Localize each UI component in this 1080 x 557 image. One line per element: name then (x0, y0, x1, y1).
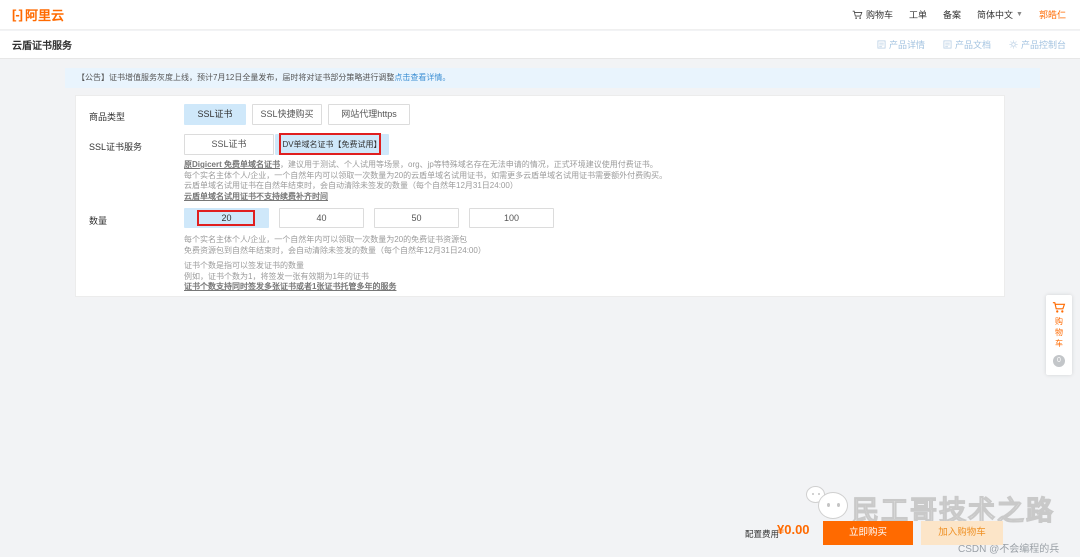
page-title: 云盾证书服务 (12, 37, 72, 52)
document-icon (943, 40, 952, 49)
product-type-option-proxy-https[interactable]: 网站代理https (328, 104, 410, 125)
aliyun-logo-text: 阿里云 (25, 5, 64, 24)
nav-language-select[interactable]: 简体中文 ▼ (977, 8, 1023, 21)
add-to-cart-button[interactable]: 加入购物车 (921, 521, 1003, 545)
notice-detail-link[interactable]: 点击查看详情。 (394, 73, 450, 82)
qty-desc-line-5: 证书个数支持同时签发多张证书或者1张证书托管多年的服务 (184, 282, 486, 293)
quantity-label: 数量 (89, 214, 107, 227)
cart-icon (852, 10, 863, 20)
chevron-down-icon: ▼ (1016, 11, 1023, 18)
quantity-option-40[interactable]: 40 (279, 208, 364, 228)
product-type-option-quick-buy[interactable]: SSL快捷购买 (252, 104, 322, 125)
aliyun-logo-mark: [-] (12, 7, 22, 22)
qty-desc-line-4: 例如，证书个数为1，将签发一张有效期为1年的证书 (184, 272, 486, 283)
top-header: [-] 阿里云 购物车 工单 备案 简体中文 ▼ 郭皓仁 (0, 0, 1080, 30)
ssl-service-label: SSL证书服务 (89, 140, 142, 153)
config-fee-label: 配置费用 (745, 528, 779, 540)
ssl-desc-line-3: 云盾单域名试用证书在自然年结束时，会自动清除未签发的数量（每个自然年12月31日… (184, 181, 667, 192)
ssl-desc-line-1: 原Digicert 免费单域名证书，建议用于测试、个人试用等场景，org、jp等… (184, 160, 667, 171)
page: [-] 阿里云 购物车 工单 备案 简体中文 ▼ 郭皓仁 云盾证书服务 (0, 0, 1080, 557)
aliyun-logo[interactable]: [-] 阿里云 (12, 5, 64, 24)
cart-count-badge: 0 (1053, 355, 1065, 367)
ssl-desc-line-4: 云盾单域名试用证书不支持续费补齐时间 (184, 192, 667, 203)
nav-username[interactable]: 郭皓仁 (1039, 8, 1066, 21)
sub-nav: 产品详情 产品文档 产品控制台 (877, 38, 1066, 51)
product-type-option-ssl[interactable]: SSL证书 (184, 104, 246, 125)
cart-icon (1052, 301, 1066, 314)
quantity-description: 每个实名主体个人/企业，一个自然年内可以领取一次数量为20的免费证书资源包 免费… (184, 235, 486, 293)
document-icon (877, 40, 886, 49)
ssl-service-option-dv-free-trial[interactable]: DV单域名证书【免费试用】 (275, 134, 389, 155)
quantity-option-100[interactable]: 100 (469, 208, 554, 228)
nav-work-order[interactable]: 工单 (909, 8, 927, 21)
nav-shopping-cart[interactable]: 购物车 (852, 8, 893, 21)
floating-cart-widget[interactable]: 购物车 0 (1046, 295, 1072, 375)
quantity-option-20[interactable]: 20 (184, 208, 269, 228)
sub-header: 云盾证书服务 产品详情 产品文档 (0, 31, 1080, 59)
top-nav: 购物车 工单 备案 简体中文 ▼ 郭皓仁 (852, 8, 1066, 21)
ssl-desc-lead: 原Digicert 免费单域名证书 (184, 160, 280, 169)
floating-cart-label: 购物车 (1054, 317, 1065, 350)
ssl-desc-line-2: 每个实名主体个人/企业，一个自然年内可以领取一次数量为20的云盾单域名试用证书，… (184, 171, 667, 182)
notice-text: 【公告】证书增值服务灰度上线，预计7月12日全量发布，届时将对证书部分策略进行调… (77, 73, 394, 82)
link-product-docs-label: 产品文档 (955, 38, 991, 51)
link-product-console[interactable]: 产品控制台 (1009, 38, 1066, 51)
nav-language-label: 简体中文 (977, 8, 1013, 21)
purchase-panel: 商品类型 SSL证书 SSL快捷购买 网站代理https SSL证书服务 SSL… (75, 95, 1005, 297)
nav-icp-filing[interactable]: 备案 (943, 8, 961, 21)
notice-bar: 【公告】证书增值服务灰度上线，预计7月12日全量发布，届时将对证书部分策略进行调… (65, 68, 1040, 88)
buy-now-button[interactable]: 立即购买 (823, 521, 913, 545)
ssl-service-description: 原Digicert 免费单域名证书，建议用于测试、个人试用等场景，org、jp等… (184, 160, 667, 202)
quantity-option-50[interactable]: 50 (374, 208, 459, 228)
config-fee-value: ¥0.00 (777, 522, 810, 537)
qty-desc-line-3: 证书个数是指可以签发证书的数量 (184, 261, 486, 272)
qty-desc-line-1: 每个实名主体个人/企业，一个自然年内可以领取一次数量为20的免费证书资源包 (184, 235, 486, 246)
nav-shopping-cart-label: 购物车 (866, 8, 893, 21)
gear-icon (1009, 40, 1018, 49)
wechat-icon (806, 486, 852, 522)
product-type-label: 商品类型 (89, 110, 125, 123)
link-product-details-label: 产品详情 (889, 38, 925, 51)
ssl-service-option-ssl[interactable]: SSL证书 (184, 134, 274, 155)
link-product-console-label: 产品控制台 (1021, 38, 1066, 51)
qty-desc-line-2: 免费资源包到自然年结束时，会自动清除未签发的数量（每个自然年12月31日24:0… (184, 246, 486, 257)
link-product-details[interactable]: 产品详情 (877, 38, 925, 51)
link-product-docs[interactable]: 产品文档 (943, 38, 991, 51)
